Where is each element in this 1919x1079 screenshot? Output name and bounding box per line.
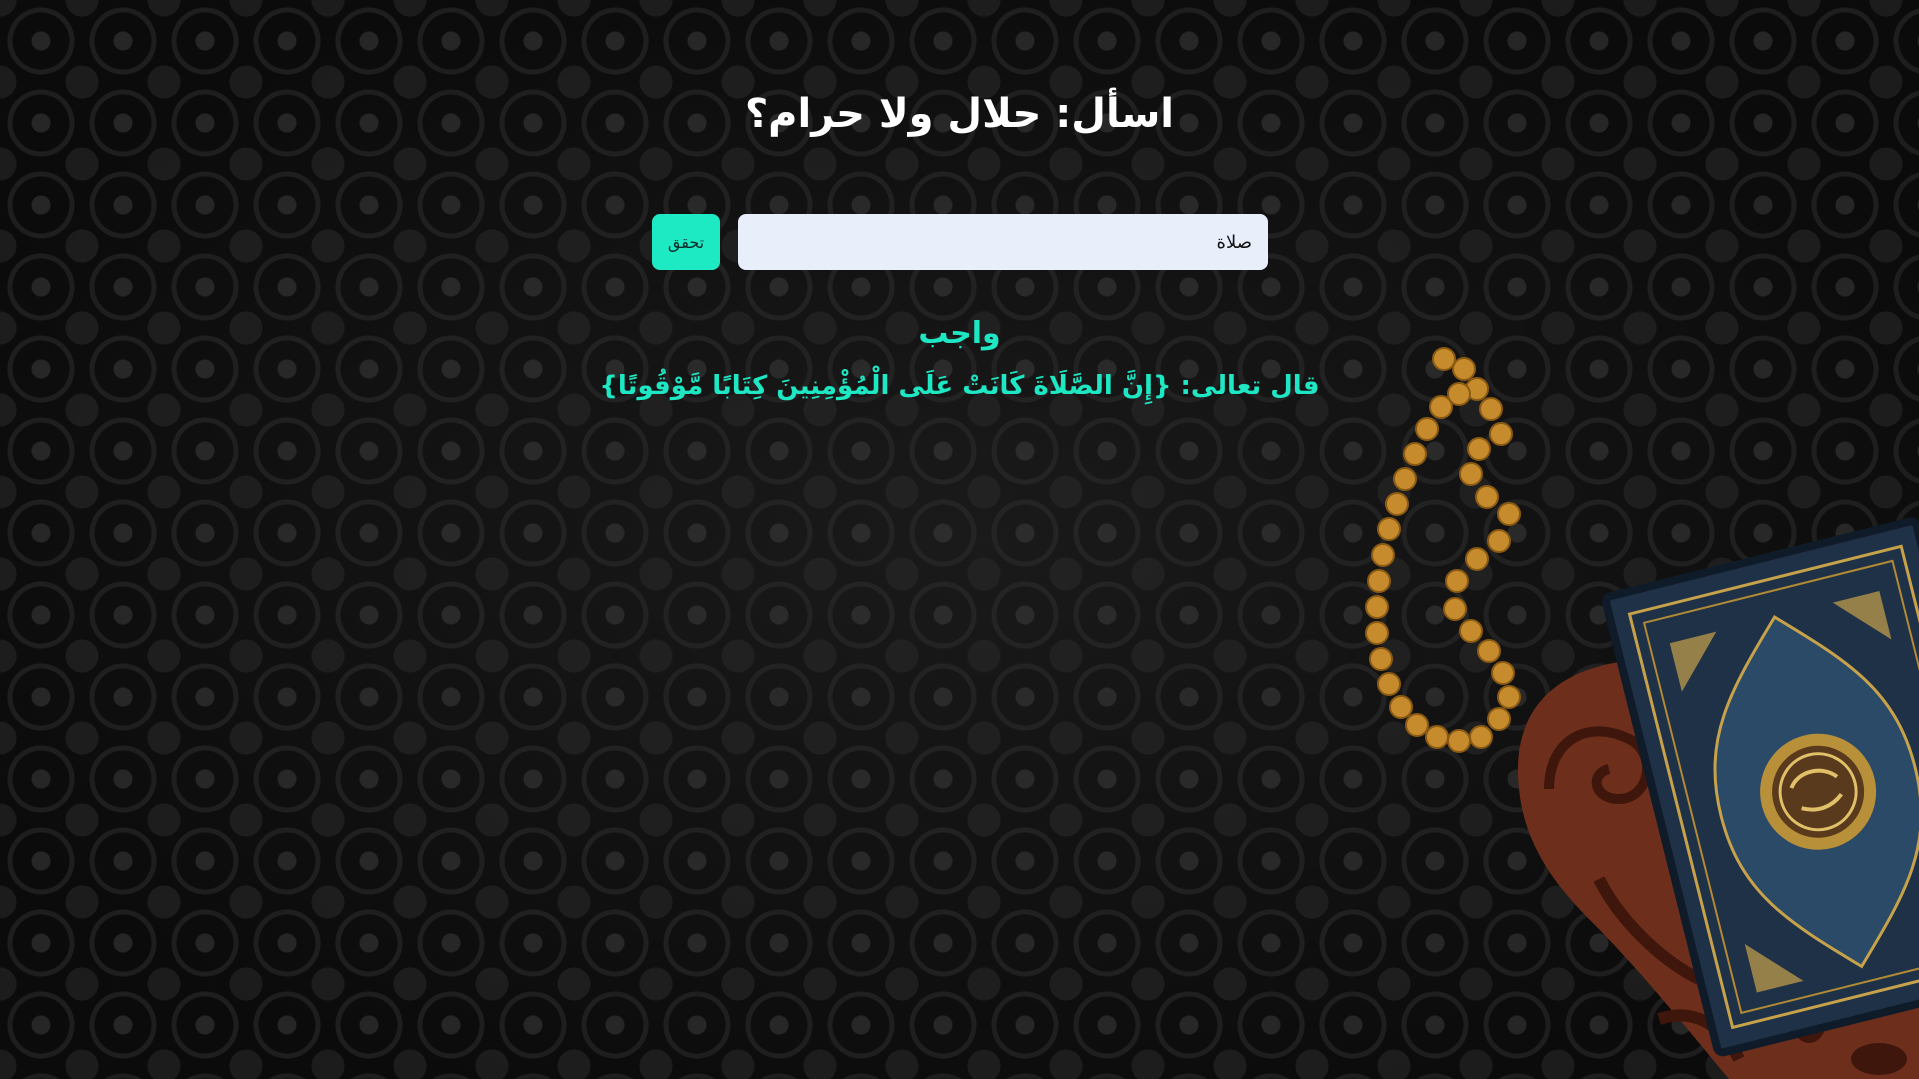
prayer-beads-icon: [1365, 347, 1521, 753]
page-title: اسأل: حلال ولا حرام؟: [744, 91, 1175, 137]
search-input[interactable]: [738, 214, 1268, 270]
check-button[interactable]: تحقق: [652, 214, 720, 270]
search-bar: تحقق: [652, 214, 1268, 270]
quran-decoration: [1365, 347, 1919, 1079]
